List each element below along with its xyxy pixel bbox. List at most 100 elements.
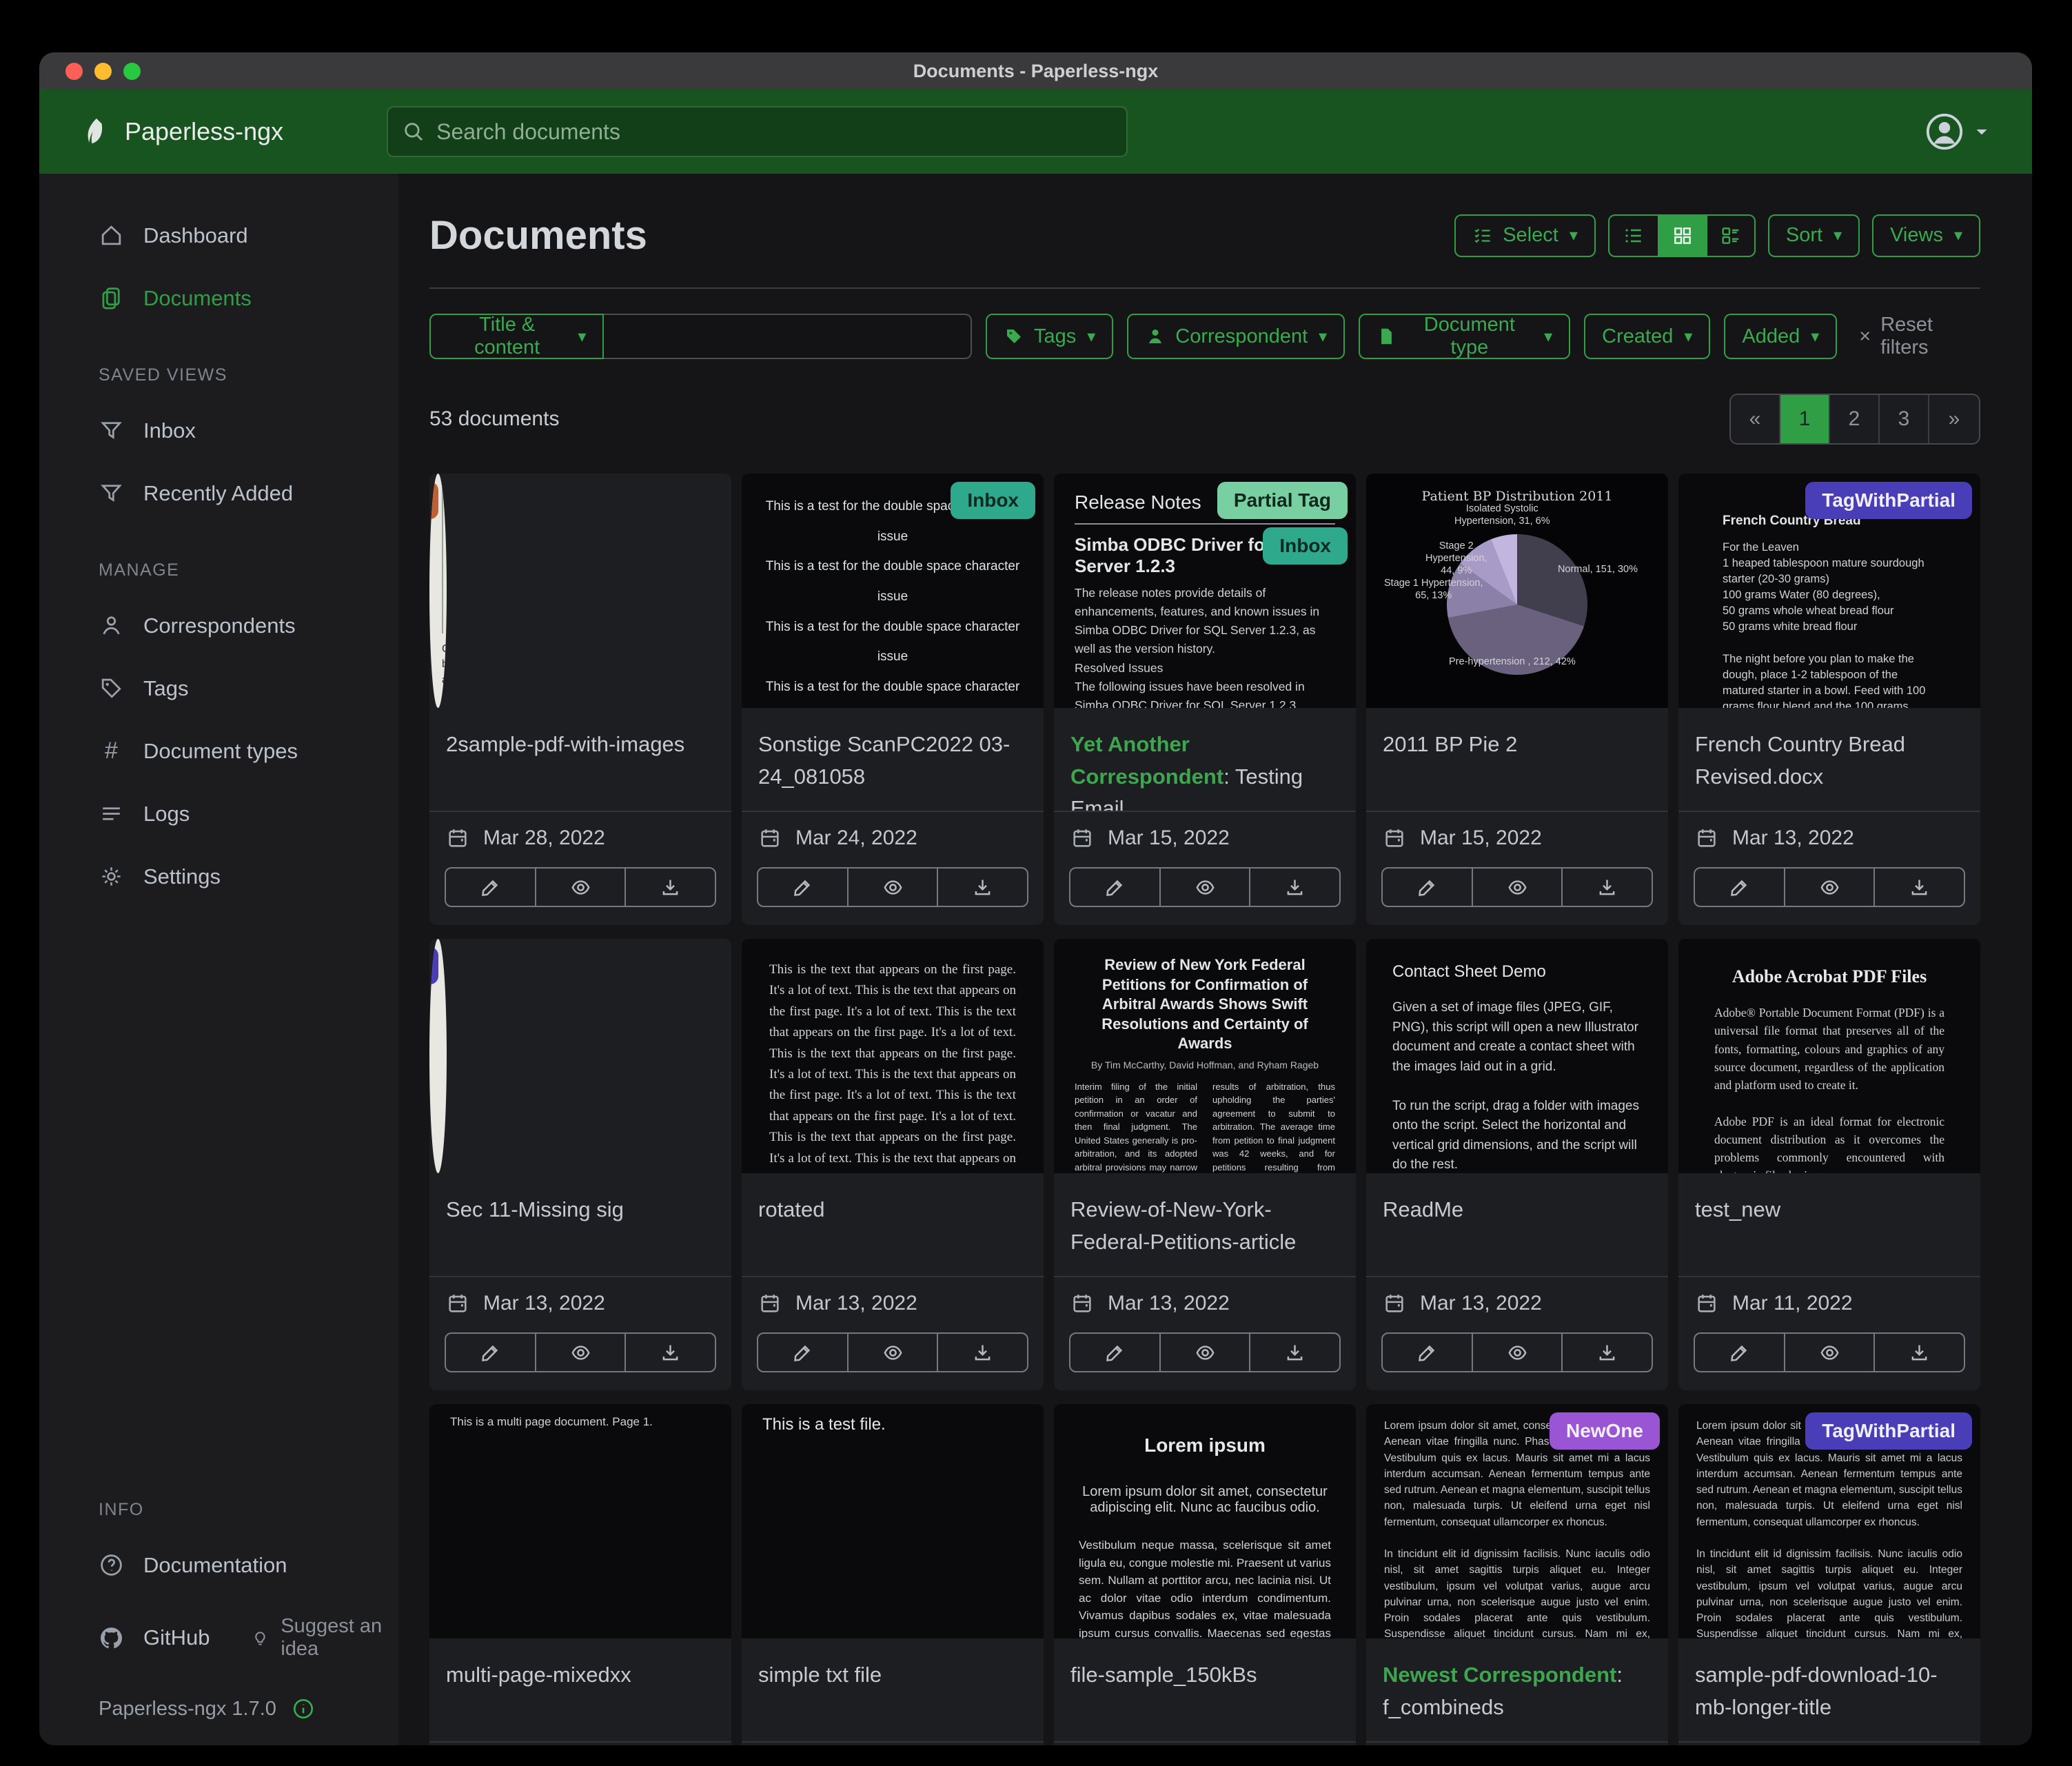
reset-filters-button[interactable]: × Reset filters [1859,314,1980,359]
sidebar-item-dashboard[interactable]: Dashboard [39,204,398,267]
document-title[interactable]: Review-of-New-York-Federal-Petitions-art… [1054,1173,1356,1277]
download-button[interactable] [626,869,715,906]
document-title[interactable]: French Country Bread Revised.docx [1678,708,1980,812]
document-card[interactable]: Review of New York Federal Petitions for… [1054,939,1356,1390]
edit-button[interactable] [446,1334,536,1371]
tag-badge[interactable]: Inbox [951,482,1035,519]
view-detail-button[interactable] [1706,216,1754,256]
added-filter-button[interactable]: Added [1724,314,1837,359]
document-thumbnail[interactable]: Contact Sheet Demo Given a set of image … [1366,939,1668,1173]
document-card[interactable]: Lorem ipsum dolor sit amet, consectetur … [1366,1404,1668,1745]
document-thumbnail[interactable]: French Country Bread For the Leaven 1 he… [1678,474,1980,708]
document-thumbnail[interactable]: Lorem ipsum Lorem ipsum dolor sit amet, … [1054,1404,1356,1638]
tag-badge[interactable]: Inbox [1263,527,1348,565]
document-title[interactable]: Sec 11-Missing sig [429,1173,731,1277]
tag-badge[interactable]: TagWithPartial [429,947,438,984]
select-button[interactable]: Select [1454,214,1596,257]
view-button[interactable] [1785,869,1876,906]
view-button[interactable] [1473,1334,1563,1371]
sidebar-item-github[interactable]: GitHub [39,1607,210,1669]
document-card[interactable]: Lorem ipsum dolor sit amet, consectetur … [1678,1404,1980,1745]
view-button[interactable] [536,1334,627,1371]
edit-button[interactable] [446,869,536,906]
download-button[interactable] [1563,869,1652,906]
document-thumbnail[interactable]: Review of New York Federal Petitions for… [1054,939,1356,1173]
sort-button[interactable]: Sort [1768,214,1860,257]
document-thumbnail[interactable]: This is a test file. [742,1404,1044,1638]
edit-button[interactable] [1383,1334,1473,1371]
document-card[interactable]: Contact Sheet Demo Given a set of image … [1366,939,1668,1390]
download-button[interactable] [1875,869,1964,906]
download-button[interactable] [938,869,1027,906]
document-title[interactable]: simple txt file [742,1638,1044,1743]
pagination-page-2[interactable]: 2 [1830,395,1880,443]
document-title[interactable]: rotated [742,1173,1044,1277]
document-title[interactable]: multi-page-mixedxx [429,1638,731,1743]
sidebar-item-documents[interactable]: Documents [39,267,398,329]
document-card[interactable]: This is the text that appears on the fir… [742,939,1044,1390]
sidebar-item-document-types[interactable]: # Document types [39,720,398,782]
edit-button[interactable] [1383,869,1473,906]
document-thumbnail[interactable]: Lorem ipsum dolor sit amet, consectetur … [1678,1404,1980,1638]
view-grid-button[interactable] [1658,216,1706,256]
search-input[interactable] [436,119,1113,145]
download-button[interactable] [1875,1334,1964,1371]
view-list-button[interactable] [1609,216,1658,256]
tag-badge[interactable]: TagWithPartial [1805,1412,1972,1450]
correspondent-filter-button[interactable]: Correspondent [1127,314,1345,359]
title-content-dropdown[interactable]: Title & content [429,314,604,359]
document-card[interactable]: Release Notes Simba ODBC Driver for SQL … [1054,474,1356,925]
edit-button[interactable] [758,869,849,906]
search-bar[interactable] [387,106,1128,157]
document-card[interactable]: 11. CONTINUING MEDICAL EDUCATION Have yo… [429,939,731,1390]
document-type-filter-button[interactable]: Document type [1359,314,1570,359]
document-thumbnail[interactable]: This is the text that appears on the fir… [742,939,1044,1173]
document-title[interactable]: 2sample-pdf-with-images [429,708,731,812]
document-title[interactable]: Newest Correspondent: f_combineds [1366,1638,1668,1743]
edit-button[interactable] [1695,1334,1785,1371]
minimize-window-button[interactable] [94,63,112,80]
document-card[interactable]: This is a multi page document. Page 1. m… [429,1404,731,1745]
title-content-input[interactable] [604,314,972,359]
edit-button[interactable] [758,1334,849,1371]
created-filter-button[interactable]: Created [1584,314,1710,359]
document-card[interactable]: Boundary Waters Trip Google Earth Curabi… [429,474,731,925]
sidebar-item-recently-added[interactable]: Recently Added [39,462,398,525]
tags-filter-button[interactable]: Tags [986,314,1113,359]
brand[interactable]: Paperless-ngx [79,116,283,148]
download-button[interactable] [626,1334,715,1371]
document-thumbnail[interactable]: This is a test for the double space char… [742,474,1044,708]
download-button[interactable] [1250,869,1339,906]
download-button[interactable] [1250,1334,1339,1371]
document-title[interactable]: ReadMe [1366,1173,1668,1277]
document-thumbnail[interactable]: This is a multi page document. Page 1. [429,1404,731,1638]
view-button[interactable] [1785,1334,1876,1371]
tag-badge[interactable]: Partial Tag [1217,482,1348,519]
document-thumbnail[interactable]: Lorem ipsum dolor sit amet, consectetur … [1366,1404,1668,1638]
sidebar-item-inbox[interactable]: Inbox [39,399,398,462]
view-button[interactable] [849,869,939,906]
document-card[interactable]: This is a test file. simple txt file [742,1404,1044,1745]
download-button[interactable] [1563,1334,1652,1371]
edit-button[interactable] [1070,869,1161,906]
document-card[interactable]: This is a test for the double space char… [742,474,1044,925]
view-button[interactable] [1161,869,1251,906]
document-card[interactable]: French Country Bread For the Leaven 1 he… [1678,474,1980,925]
document-thumbnail[interactable]: 11. CONTINUING MEDICAL EDUCATION Have yo… [429,939,447,1173]
suggest-an-idea-link[interactable]: Suggest an idea [251,1596,398,1679]
correspondent-link[interactable]: Newest Correspondent [1383,1663,1616,1687]
user-menu[interactable] [1924,112,1992,152]
pagination-next-button[interactable]: » [1929,395,1979,443]
sidebar-item-settings[interactable]: Settings [39,845,398,908]
edit-button[interactable] [1695,869,1785,906]
document-card[interactable]: Adobe Acrobat PDF Files Adobe® Portable … [1678,939,1980,1390]
tag-badge[interactable]: TagWithPartial [1805,482,1972,519]
document-thumbnail[interactable]: Boundary Waters Trip Google Earth Curabi… [429,474,447,708]
zoom-window-button[interactable] [123,63,141,80]
document-thumbnail[interactable]: Adobe Acrobat PDF Files Adobe® Portable … [1678,939,1980,1173]
document-title[interactable]: test_new [1678,1173,1980,1277]
document-card[interactable]: Patient BP Distribution 2011 Normal, 151… [1366,474,1668,925]
pagination-page-3[interactable]: 3 [1880,395,1929,443]
close-window-button[interactable] [65,63,83,80]
views-button[interactable]: Views [1872,214,1980,257]
